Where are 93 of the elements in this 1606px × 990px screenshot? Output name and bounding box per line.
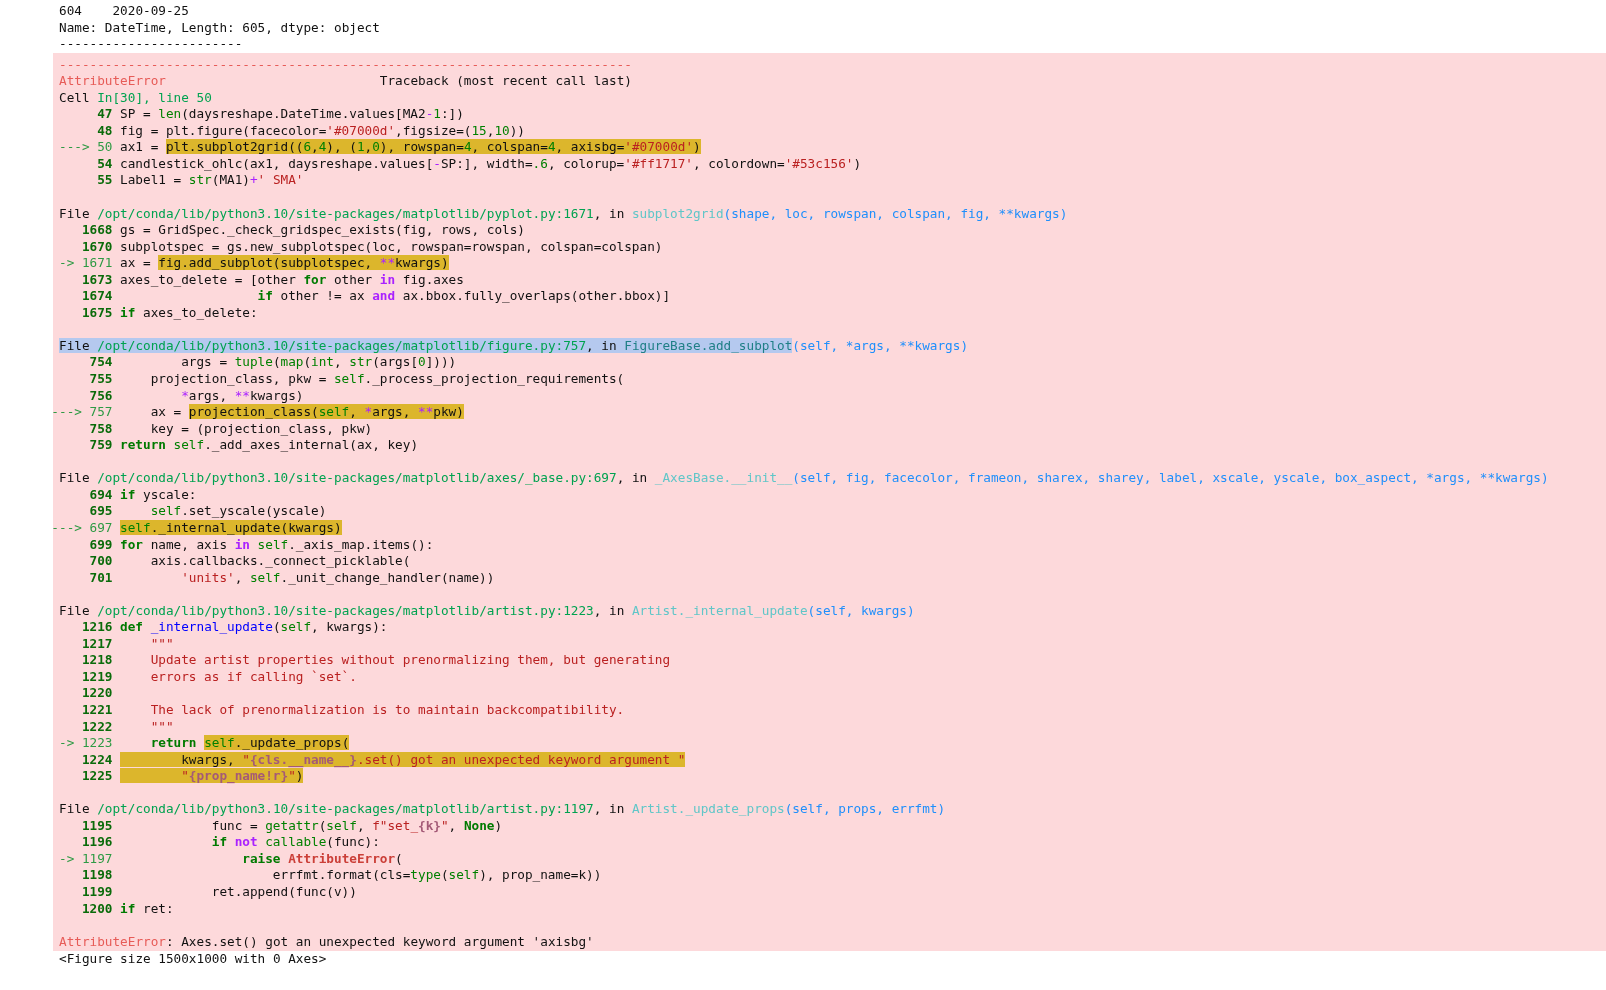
frame-location: File /opt/conda/lib/python3.10/site-packages/matplotlib/artist.py:1197, in Artist._update_props(self, props, errfmt): [59, 801, 946, 818]
line-number: 1218: [81, 652, 113, 669]
line-number: 1199: [81, 884, 113, 901]
line-number: 1673: [81, 271, 113, 289]
output-text: Name: DateTime, Length: 605, dtype: object: [59, 19, 380, 37]
line-number: 755: [89, 371, 113, 388]
code-line: if not callable(func):: [210, 834, 380, 851]
frame-location: File /opt/conda/lib/python3.10/site-packages/matplotlib/figure.py:757, in FigureBase.add_subplot(self, *args, **kwargs): [59, 337, 969, 355]
code-line: raise AttributeError(: [241, 850, 403, 868]
code-line: The lack of prenormalization is to maintain backcompatibility.: [149, 701, 625, 719]
current-line-arrow: ->: [59, 255, 75, 272]
traceback-rule: ---------------------------------------------------------------------------: [59, 56, 632, 74]
line-number: 1675: [81, 304, 113, 322]
line-number: 1216: [81, 619, 113, 636]
line-number: 48: [97, 122, 113, 140]
error-message: AttributeError: Axes.set() got an unexpected keyword argument 'axisbg': [59, 933, 594, 951]
line-number: 1668: [81, 222, 113, 239]
code-line: key = (projection_class, pkw): [149, 420, 373, 438]
current-line-arrow: ->: [59, 850, 75, 868]
line-number: 754: [89, 354, 113, 372]
line-number: 1674: [81, 288, 113, 305]
line-number: 1220: [81, 685, 113, 702]
line-number: 50: [97, 139, 113, 156]
line-number: 1195: [81, 817, 113, 835]
line-number: 695: [89, 503, 113, 520]
output-text: ------------------------: [59, 36, 243, 53]
line-number: 55: [97, 172, 113, 189]
line-number: 1224: [81, 751, 113, 769]
frame-location: File /opt/conda/lib/python3.10/site-packages/matplotlib/artist.py:1223, in Artist._internal_update(self, kwargs): [59, 602, 915, 620]
code-line: axis.callbacks._connect_picklable(: [149, 553, 411, 570]
line-number: 1217: [81, 635, 113, 653]
code-line: def _internal_update(self, kwargs):: [120, 619, 388, 636]
code-line: candlestick_ohlc(ax1, daysreshape.values[-SP:], width=.6, colorup='#ff1717', colordown='#53c156'): [120, 155, 862, 173]
code-line: 'units', self._unit_change_handler(name)): [180, 569, 495, 587]
traceback-header: AttributeError Traceback (most recent call last): [59, 73, 632, 90]
code-line: axes_to_delete = [other for other in fig.axes: [120, 271, 464, 289]
code-line: return self._update_props(: [149, 735, 350, 752]
code-line: func = getattr(self, f"set_{k}", None): [210, 817, 503, 835]
line-number: 47: [97, 106, 113, 123]
code-line: fig = plt.figure(facecolor='#07000d',figsize=(15,10)): [120, 122, 525, 140]
code-line: if yscale:: [120, 486, 197, 504]
code-line: if axes_to_delete:: [120, 304, 258, 322]
frame-location: Cell In[30], line 50: [59, 89, 212, 107]
code-line: ax1 = plt.subplot2grid((6,4), (1,0), rowspan=4, colspan=4, axisbg='#07000d'): [120, 139, 701, 156]
line-number: 1670: [81, 238, 113, 256]
code-line: subplotspec = gs.new_subplotspec(loc, rowspan=rowspan, colspan=colspan): [120, 238, 663, 256]
current-line-arrow: --->: [51, 404, 82, 421]
code-line: errors as if calling `set`.: [149, 668, 357, 686]
code-line: return self._add_axes_internal(ax, key): [120, 437, 419, 454]
line-number: 1222: [81, 718, 113, 736]
output-text: 604 2020-09-25: [59, 3, 189, 20]
line-number: 1225: [81, 768, 113, 785]
code-line: Update artist properties without prenormalizing them, but generating: [149, 652, 671, 669]
line-number: 1223: [81, 735, 113, 752]
line-number: 1200: [81, 900, 113, 918]
line-number: 697: [89, 519, 113, 537]
line-number: 756: [89, 387, 113, 405]
line-number: 699: [89, 536, 113, 554]
line-number: 1671: [81, 255, 113, 272]
line-number: 694: [89, 486, 113, 504]
code-line: if ret:: [120, 900, 174, 918]
code-line: SP = len(daysreshape.DateTime.values[MA2-1:]): [120, 106, 464, 123]
code-line: """: [149, 718, 174, 736]
current-line-arrow: --->: [59, 139, 90, 156]
code-line: ax = projection_class(self, *args, **pkw): [149, 404, 464, 421]
current-line-arrow: --->: [51, 519, 82, 537]
code-line: """: [149, 635, 174, 653]
code-line: args = tuple(map(int, str(args[0]))): [180, 354, 457, 372]
line-number: 1198: [81, 867, 113, 884]
code-line: self.set_yscale(yscale): [149, 503, 327, 520]
frame-location: File /opt/conda/lib/python3.10/site-packages/matplotlib/pyplot.py:1671, in subplot2grid(shape, loc, rowspan, colspan, fig, **kwargs): [59, 205, 1068, 223]
line-number: 700: [89, 553, 113, 570]
line-number: 1196: [81, 834, 113, 851]
line-number: 1197: [81, 850, 113, 868]
code-line: projection_class, pkw = self._process_projection_requirements(: [149, 371, 625, 388]
output-text: <Figure size 1500x1000 with 0 Axes>: [59, 951, 327, 968]
line-number: 1221: [81, 701, 113, 719]
line-number: 759: [89, 437, 113, 454]
line-number: 701: [89, 569, 113, 587]
code-line: errfmt.format(cls=type(self), prop_name=k)): [271, 867, 602, 884]
code-line: Label1 = str(MA1)+' SMA': [120, 172, 304, 189]
line-number: 1219: [81, 668, 113, 686]
code-line: if other != ax and ax.bbox.fully_overlaps(other.bbox)]: [256, 288, 671, 305]
line-number: 758: [89, 420, 113, 438]
line-number: 54: [97, 155, 113, 173]
line-number: 757: [89, 404, 113, 421]
code-line: ret.append(func(v)): [210, 884, 357, 901]
code-line: ax = fig.add_subplot(subplotspec, **kwargs): [120, 255, 449, 272]
code-line: *args, **kwargs): [180, 387, 304, 405]
frame-location: File /opt/conda/lib/python3.10/site-packages/matplotlib/axes/_base.py:697, in _AxesBase.__init__(self, fig, facecolor, frameon, sharex, sharey, label, xscale, yscale, box_aspect, *args, **kwargs): [59, 470, 1549, 487]
current-line-arrow: ->: [59, 735, 75, 752]
code-line: for name, axis in self._axis_map.items():: [120, 536, 434, 554]
code-line: gs = GridSpec._check_gridspec_exists(fig, rows, cols): [120, 222, 525, 239]
